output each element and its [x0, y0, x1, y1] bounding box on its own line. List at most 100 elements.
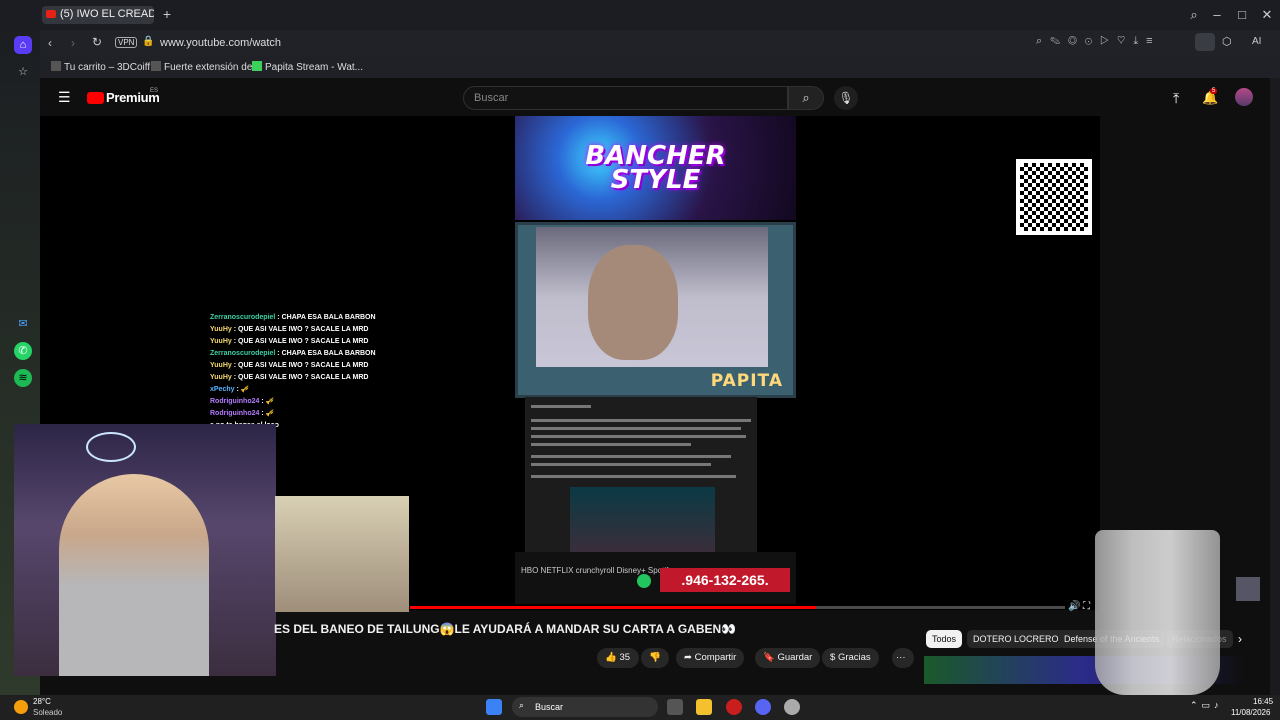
back-icon[interactable]: ‹	[48, 36, 52, 50]
chat-message: YuuHy : QUE ASI VALE IWO ? SACALE LA MRD	[210, 372, 390, 384]
close-button[interactable]: ✕	[1259, 7, 1275, 23]
discord-icon[interactable]	[755, 699, 771, 715]
youtube-favicon-icon	[46, 10, 56, 19]
chat-text: : CHAPA ESA BALA BARBON	[275, 350, 376, 357]
post-image	[570, 487, 715, 552]
sun-icon	[14, 700, 28, 714]
maximize-button[interactable]: □	[1234, 7, 1250, 23]
windows-start-icon[interactable]	[486, 699, 502, 715]
chat-text: : 🎺	[259, 410, 275, 417]
browser-tab[interactable]: (5) IWO EL CREADOR	[42, 6, 154, 24]
spotify-icon[interactable]: ≋	[14, 369, 32, 387]
taskbar-search[interactable]	[512, 697, 658, 717]
share-icon: ➦	[684, 652, 692, 663]
aria-ai-button[interactable]: AI	[1252, 36, 1261, 47]
like-button[interactable]: 👍 35	[597, 648, 639, 668]
chat-message: Rodriguinho24 : 🎺	[210, 408, 390, 420]
post-line	[531, 427, 741, 430]
dislike-button[interactable]: 👎	[641, 648, 669, 668]
glass-cup	[1095, 530, 1220, 695]
menu-icon[interactable]: ☰	[58, 89, 71, 106]
planet-neon-icon	[86, 432, 136, 462]
bookmark-item[interactable]: Papita Stream - Wat...	[252, 61, 363, 73]
search-tabs-icon[interactable]: ⌕	[1186, 7, 1202, 23]
sponsor-banner: HBO NETFLIX crunchyroll Disney+ Spotify …	[515, 552, 796, 604]
chat-text: : QUE ASI VALE IWO ? SACALE LA MRD	[231, 374, 369, 381]
chat-username: xPechy	[210, 386, 235, 393]
bookmark-icon: 🔖	[763, 652, 775, 663]
minimize-button[interactable]: –	[1209, 7, 1225, 23]
weather-condition[interactable]: Soleado	[33, 708, 62, 717]
stream-banner: BANCHER STYLE	[515, 116, 796, 220]
video-thumbnail[interactable]	[1236, 577, 1260, 601]
tab-title: (5) IWO EL CREADOR	[60, 8, 154, 20]
chip-dotero[interactable]: DOTERO LOCRERO	[967, 630, 1065, 648]
chat-message: xPechy : 🎺	[210, 384, 390, 396]
chat-message: Zerranoscurodepiel : CHAPA ESA BALA BARB…	[210, 348, 390, 360]
chat-text: : CHAPA ESA BALA BARBON	[275, 314, 376, 321]
clock-date[interactable]: 11/08/2026	[1231, 708, 1270, 717]
clock-time[interactable]: 16:45	[1253, 697, 1273, 706]
chat-message: Zerranoscurodepiel : CHAPA ESA BALA BARB…	[210, 312, 390, 324]
app-icon[interactable]	[784, 699, 800, 715]
youtube-logo-icon[interactable]	[87, 92, 104, 104]
video-title: ES DEL BANEO DE TAILUNG😱LE AYUDARÁ A MAN…	[274, 622, 737, 636]
chat-message: Rodriguinho24 : 🎺	[210, 396, 390, 408]
chat-message: YuuHy : QUE ASI VALE IWO ? SACALE LA MRD	[210, 336, 390, 348]
chip-all[interactable]: Todos	[926, 630, 963, 648]
microphone-icon[interactable]: 🎙	[834, 86, 858, 110]
banner-logo: BANCHER STYLE	[585, 141, 726, 195]
bookmark-item[interactable]: Tu carrito – 3DCoiff...	[51, 61, 158, 73]
chat-username: YuuHy	[210, 362, 232, 369]
like-icon: 👍	[605, 652, 617, 663]
fullscreen-icon[interactable]: ⛶	[1083, 601, 1090, 612]
streamer-face	[588, 245, 678, 360]
chat-username: YuuHy	[210, 338, 232, 345]
save-button[interactable]: 🔖 Guardar	[755, 648, 821, 668]
search-input[interactable]: Buscar	[463, 86, 788, 110]
social-post	[525, 397, 757, 552]
address-bar-tools-icon[interactable]: ⌕✎◎⊙▷♡⤓≡	[1036, 35, 1161, 48]
file-explorer-icon[interactable]	[696, 699, 712, 715]
share-button[interactable]: ➦ Compartir	[676, 648, 745, 668]
opera-taskbar-icon[interactable]	[726, 699, 742, 715]
chat-text: : QUE ASI VALE IWO ? SACALE LA MRD	[231, 338, 369, 345]
video-progress-bar[interactable]	[410, 606, 1065, 609]
profile-icon[interactable]	[1195, 33, 1215, 51]
taskbar-search-label: Buscar	[535, 702, 564, 712]
more-actions-button[interactable]: ···	[892, 648, 914, 668]
weather-temp[interactable]: 28°C	[33, 697, 51, 706]
lock-icon: 🔒	[142, 36, 155, 47]
post-line	[531, 405, 591, 408]
extensions-icon[interactable]: ⬡	[1222, 35, 1232, 48]
messenger-icon[interactable]: ✉	[14, 315, 32, 333]
task-view-icon[interactable]	[667, 699, 683, 715]
second-webcam	[275, 496, 409, 612]
streamer-person	[59, 474, 209, 676]
chevron-right-icon[interactable]: ›	[1238, 632, 1242, 646]
home-icon[interactable]: ⌂	[14, 36, 32, 54]
thanks-button[interactable]: $ Gracias	[822, 648, 879, 668]
vpn-badge[interactable]: VPN	[115, 37, 138, 48]
region-code: ES	[150, 88, 159, 94]
chat-text: : 🎺	[259, 398, 275, 405]
search-button[interactable]: ⌕	[788, 86, 824, 110]
upload-icon[interactable]: ⤒	[1173, 90, 1179, 107]
bookmark-item[interactable]: Fuerte extensión de...	[151, 61, 261, 73]
whatsapp-icon[interactable]: ✆	[14, 342, 32, 360]
star-icon[interactable]: ☆	[14, 63, 32, 81]
chat-message: YuuHy : QUE ASI VALE IWO ? SACALE LA MRD	[210, 324, 390, 336]
url-field[interactable]: www.youtube.com/watch	[160, 37, 281, 49]
avatar[interactable]	[1235, 88, 1253, 106]
chat-username: YuuHy	[210, 374, 232, 381]
streamer-name: PAPITA	[710, 371, 783, 391]
tray-icons[interactable]: ⌃▭♪	[1190, 700, 1223, 711]
chat-username: YuuHy	[210, 326, 232, 333]
chat-text: : QUE ASI VALE IWO ? SACALE LA MRD	[231, 362, 369, 369]
volume-icon[interactable]: 🔊	[1068, 601, 1080, 612]
new-tab-button[interactable]: +	[160, 7, 174, 21]
reload-icon[interactable]: ↻	[92, 35, 102, 49]
forward-icon[interactable]: ›	[71, 36, 75, 50]
post-line	[531, 443, 691, 446]
streamer-camera: PAPITA	[515, 222, 796, 398]
